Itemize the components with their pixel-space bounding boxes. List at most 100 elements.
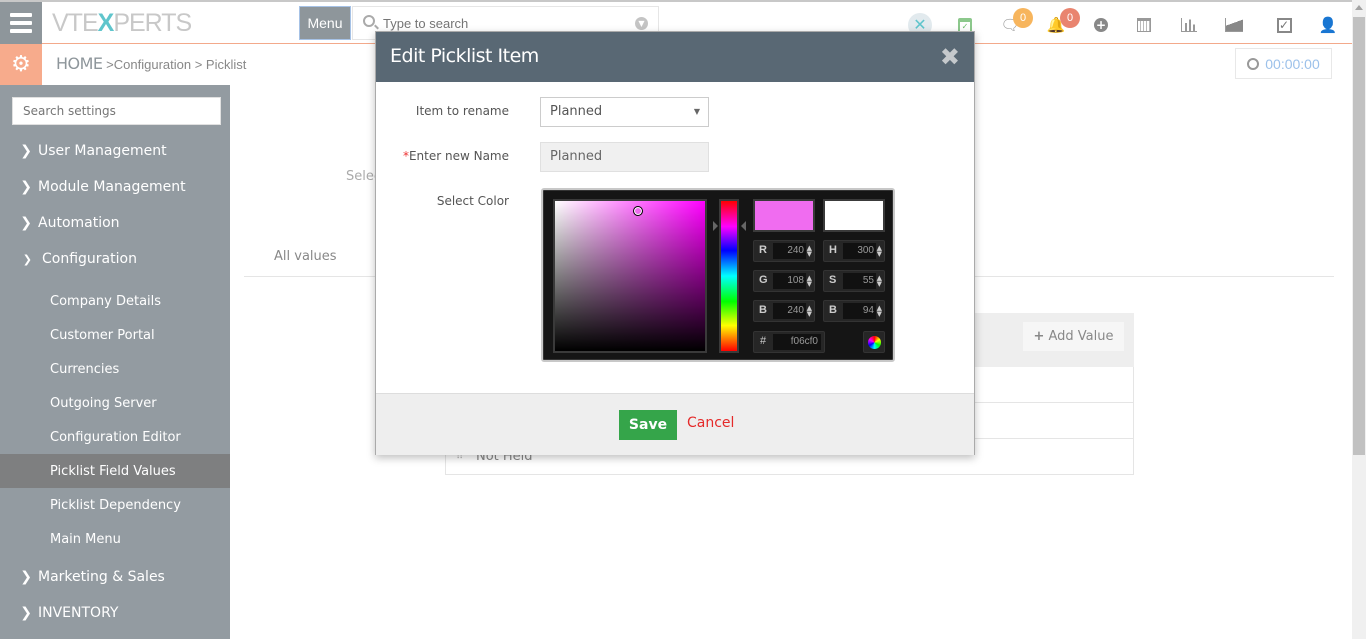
hue-field[interactable]: H 300 ▲ ▼ [823,240,885,262]
tab-all-values[interactable]: All values [274,249,337,264]
scrollbar-thumb[interactable] [1353,17,1365,455]
settings-gear-icon[interactable]: ⚙ [0,44,42,85]
hue-slider-arrow-right-icon[interactable] [741,221,746,231]
saturation-field[interactable]: S 55 ▲ ▼ [823,270,885,292]
new-name-label: *Enter new Name [403,149,509,163]
plus-circle-icon[interactable]: + [1088,12,1114,38]
red-value[interactable]: 240 [773,243,806,259]
breadcrumb-home[interactable]: HOME [56,54,103,73]
close-icon[interactable]: ✖ [940,43,960,71]
chevron-right-icon: ❯ [20,605,32,621]
modal-title: Edit Picklist Item [390,45,539,67]
save-button[interactable]: Save [619,410,677,440]
select-color-label: Select Color [436,194,509,208]
blue-label: B [759,304,767,316]
sidebar-item-picklist-dependency[interactable]: Picklist Dependency [0,488,230,522]
color-selector-handle[interactable] [633,206,643,216]
chevron-down-icon: ❯ [22,252,32,266]
new-name-input[interactable]: Planned [540,142,709,172]
sidebar-item-main-menu[interactable]: Main Menu [0,522,230,556]
chevron-right-icon: ❯ [20,569,32,585]
spinner-icon[interactable]: ▲ ▼ [877,275,882,288]
chevron-right-icon: ❯ [20,179,32,195]
hamburger-menu-button[interactable] [0,2,42,44]
green-label: G [759,274,768,286]
sidebar-item-picklist-field-values[interactable]: Picklist Field Values [0,454,230,488]
sidebar-section-automation[interactable]: ❯ Automation [0,206,230,240]
plus-icon: + [1033,329,1045,344]
clock-icon [1247,57,1260,70]
sidebar-section-label: INVENTORY [38,605,119,621]
timer-button[interactable]: 00:00:00 [1235,48,1332,79]
blue-value[interactable]: 240 [773,303,806,319]
sidebar-section-module-management[interactable]: ❯ Module Management [0,170,230,204]
add-value-label: Add Value [1048,329,1114,344]
calendar-icon[interactable] [1131,12,1157,38]
red-field[interactable]: R 240 ▲ ▼ [753,240,815,262]
sidebar-item-customer-portal[interactable]: Customer Portal [0,318,230,352]
breadcrumb: HOME >Configuration > Picklist [56,54,246,73]
spinner-icon[interactable]: ▲ ▼ [807,245,812,258]
bar-chart-icon[interactable] [1176,12,1202,38]
brightness-value[interactable]: 94 [843,303,876,319]
breadcrumb-separator: > [191,57,206,72]
new-color-swatch [753,199,815,232]
breadcrumb-configuration[interactable]: Configuration [114,57,191,72]
hex-value[interactable]: f06cf0 [773,334,821,350]
breadcrumb-picklist: Picklist [205,57,247,72]
logo-text-right: PERTS [113,9,192,37]
user-icon[interactable]: 👤 [1315,12,1341,38]
chat-count-badge: 0 [1013,8,1033,28]
sidebar-section-marketing-sales[interactable]: ❯ Marketing & Sales [0,560,230,594]
breadcrumb-separator: > [102,57,114,72]
green-value[interactable]: 108 [773,273,806,289]
current-color-swatch[interactable] [823,199,885,232]
spinner-icon[interactable]: ▲ ▼ [877,245,882,258]
hue-slider-arrow-left-icon[interactable] [713,221,718,231]
vtexperts-logo[interactable]: VTEXPERTS [52,9,192,38]
checkbox-icon[interactable]: ✓ [1271,12,1297,38]
chevron-down-icon[interactable]: ▼ [635,17,648,30]
sidebar-item-outgoing-server[interactable]: Outgoing Server [0,386,230,420]
item-to-rename-label: Item to rename [415,104,509,118]
sidebar-section-user-management[interactable]: ❯ User Management [0,134,230,168]
sidebar-section-inventory[interactable]: ❯ INVENTORY [0,596,230,630]
spinner-icon[interactable]: ▲ ▼ [877,305,882,318]
scroll-up-arrow-icon[interactable] [1355,5,1363,10]
area-chart-icon[interactable] [1221,12,1247,38]
blue-field[interactable]: B 240 ▲ ▼ [753,300,815,322]
saturation-value[interactable]: 55 [843,273,876,289]
spinner-icon[interactable]: ▲ ▼ [807,305,812,318]
cancel-link[interactable]: Cancel [687,415,734,431]
notification-count-badge: 0 [1060,8,1080,28]
brightness-label: B [829,304,837,316]
color-wheel-button[interactable] [863,331,885,353]
spinner-icon[interactable]: ▲ ▼ [807,275,812,288]
chevron-right-icon: ❯ [20,215,32,231]
hash-label: # [760,335,767,347]
saturation-brightness-area[interactable] [553,199,707,353]
hue-label: H [829,244,837,256]
color-picker: R 240 ▲ ▼ H 300 ▲ ▼ G 108 ▲ ▼ S 55 ▲ ▼ B 240 ▲ ▼ B 94 ▲ ▼ … [541,188,895,362]
hex-field[interactable]: # f06cf0 [753,331,825,353]
sidebar-section-configuration[interactable]: ❯ Configuration [0,242,230,276]
sidebar-section-label: Automation [38,215,120,231]
menu-button[interactable]: Menu [299,6,351,40]
red-label: R [759,244,767,256]
global-search-input[interactable] [383,13,623,33]
add-value-button[interactable]: + Add Value [1023,322,1124,351]
green-field[interactable]: G 108 ▲ ▼ [753,270,815,292]
sidebar-item-currencies[interactable]: Currencies [0,352,230,386]
hue-slider[interactable] [719,199,739,353]
sidebar-section-label: Module Management [38,179,186,195]
new-name-label-text: Enter new Name [408,149,509,163]
search-settings-input[interactable] [12,97,221,125]
chevron-right-icon: ❯ [20,143,32,159]
sidebar-item-configuration-editor[interactable]: Configuration Editor [0,420,230,454]
brightness-field[interactable]: B 94 ▲ ▼ [823,300,885,322]
page-scrollbar[interactable] [1352,0,1366,639]
hue-value[interactable]: 300 [843,243,876,259]
logo-text-x: X [97,9,115,37]
item-to-rename-select[interactable]: Planned ▼ [540,97,709,127]
sidebar-item-company-details[interactable]: Company Details [0,284,230,318]
